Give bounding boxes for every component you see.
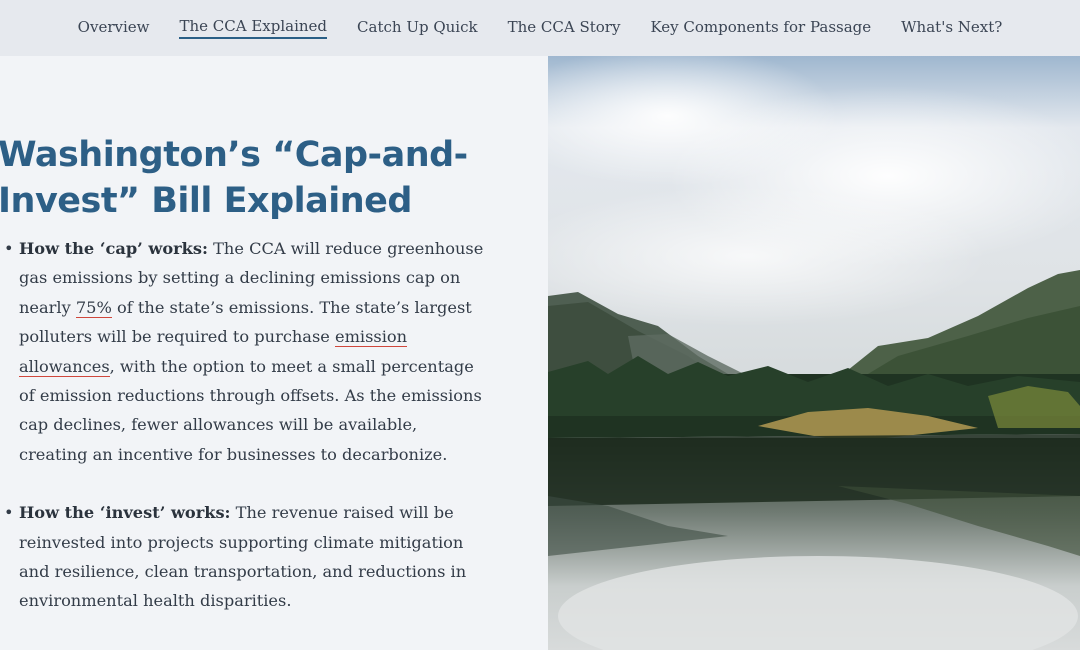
top-navigation: Overview The CCA Explained Catch Up Quic… xyxy=(0,0,1080,56)
invest-explanation: How the ‘invest’ works: The revenue rais… xyxy=(4,498,489,616)
nav-whats-next[interactable]: What's Next? xyxy=(901,18,1002,38)
nav-catch-up-quick[interactable]: Catch Up Quick xyxy=(357,18,478,38)
nav-overview[interactable]: Overview xyxy=(78,18,150,38)
cap-heading: How the ‘cap’ works: xyxy=(19,239,208,258)
nav-key-components[interactable]: Key Components for Passage xyxy=(650,18,871,38)
cap-explanation: How the ‘cap’ works: The CCA will reduce… xyxy=(4,234,489,469)
article-panel: Washington’s “Cap-and-Invest” Bill Expla… xyxy=(0,56,548,650)
nav-cca-explained[interactable]: The CCA Explained xyxy=(179,17,328,39)
link-75-percent[interactable]: 75% xyxy=(75,297,112,318)
invest-heading: How the ‘invest’ works: xyxy=(19,503,231,523)
nav-cca-story[interactable]: The CCA Story xyxy=(508,18,621,38)
mountain-lake-photo xyxy=(548,56,1080,650)
explanation-list: How the ‘cap’ works: The CCA will reduce… xyxy=(0,234,489,645)
page-title: Washington’s “Cap-and-Invest” Bill Expla… xyxy=(0,135,468,221)
